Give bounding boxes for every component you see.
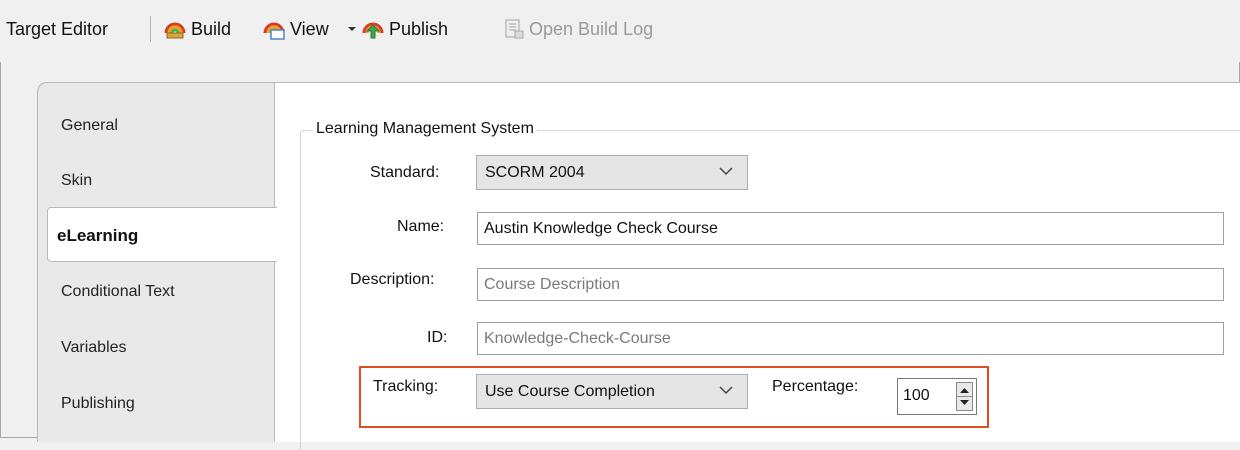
tab-conditional-text[interactable]: Conditional Text — [61, 283, 175, 301]
publish-button[interactable]: Publish — [361, 14, 448, 44]
tab-publishing[interactable]: Publishing — [61, 395, 135, 413]
toolbar-separator — [150, 16, 151, 42]
id-label: ID: — [427, 329, 448, 346]
publish-icon — [362, 22, 384, 39]
open-build-log-label: Open Build Log — [529, 18, 654, 39]
view-icon — [263, 22, 285, 40]
tab-variables[interactable]: Variables — [61, 339, 127, 357]
chevron-down-icon — [719, 167, 733, 176]
percentage-spin-buttons[interactable] — [956, 382, 973, 411]
build-label: Build — [191, 18, 232, 39]
tracking-select[interactable]: Use Course Completion — [476, 374, 748, 409]
lms-group-title: Learning Management System — [313, 120, 537, 138]
view-label: View — [290, 18, 329, 39]
id-field[interactable]: Knowledge-Check-Course — [477, 322, 1224, 355]
build-icon — [164, 22, 186, 39]
toolbar: Target Editor Build View Publish Open Bu… — [0, 0, 1240, 62]
name-field[interactable]: Austin Knowledge Check Course — [477, 212, 1224, 245]
name-label: Name: — [397, 218, 445, 235]
percentage-label: Percentage: — [772, 378, 859, 395]
spin-up-down-icon — [957, 388, 972, 405]
tab-skin[interactable]: Skin — [61, 172, 92, 190]
tracking-value: Use Course Completion — [485, 383, 655, 400]
standard-select[interactable]: SCORM 2004 — [476, 155, 748, 190]
open-build-log-button[interactable]: Open Build Log — [503, 14, 653, 44]
build-log-icon — [505, 19, 524, 39]
editor-title: Target Editor — [6, 19, 109, 39]
standard-label: Standard: — [370, 164, 440, 181]
description-label: Description: — [350, 271, 435, 288]
tracking-label: Tracking: — [373, 378, 439, 395]
view-dropdown-arrow-icon[interactable] — [347, 25, 357, 33]
build-button[interactable]: Build — [163, 14, 231, 44]
view-button[interactable]: View — [262, 14, 329, 44]
tab-general[interactable]: General — [61, 117, 118, 135]
tab-elearning[interactable]: eLearning — [47, 207, 277, 262]
percentage-value: 100 — [903, 387, 930, 404]
chevron-down-icon — [719, 386, 733, 395]
standard-value: SCORM 2004 — [485, 164, 585, 181]
publish-label: Publish — [389, 18, 449, 39]
description-field[interactable]: Course Description — [477, 268, 1224, 301]
